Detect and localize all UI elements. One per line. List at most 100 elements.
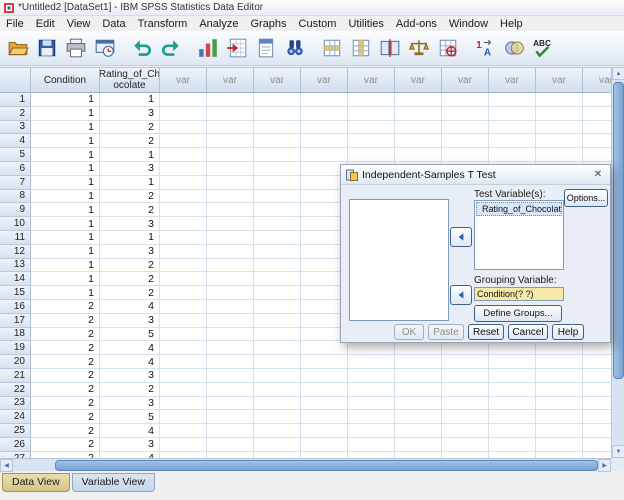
column-header-var[interactable]: var [160, 68, 207, 93]
column-header-var[interactable]: var [489, 68, 536, 93]
cell-var-empty[interactable] [254, 120, 301, 135]
grid-corner-cell[interactable] [0, 68, 31, 93]
use-variable-sets-icon[interactable] [500, 34, 527, 63]
cell-condition[interactable]: 1 [31, 230, 100, 245]
cell-var-empty[interactable] [160, 93, 207, 107]
cell-condition[interactable]: 1 [31, 217, 100, 231]
cell-var-empty[interactable] [489, 396, 536, 411]
cell-rating[interactable]: 3 [100, 244, 160, 259]
cell-var-empty[interactable] [536, 341, 583, 356]
cell-var-empty[interactable] [207, 355, 254, 369]
cell-condition[interactable]: 1 [31, 203, 100, 218]
cell-var-empty[interactable] [395, 355, 442, 369]
cell-rating[interactable]: 3 [100, 368, 160, 383]
cell-var-empty[interactable] [160, 368, 207, 383]
cell-rating[interactable]: 1 [100, 148, 160, 162]
cell-condition[interactable]: 2 [31, 327, 100, 342]
cell-var-empty[interactable] [301, 396, 348, 411]
cell-var-empty[interactable] [160, 437, 207, 452]
cell-var-empty[interactable] [254, 230, 301, 245]
cell-rating[interactable]: 4 [100, 355, 160, 369]
spell-check-icon[interactable]: ABC [529, 34, 556, 63]
menu-utilities[interactable]: Utilities [342, 16, 389, 31]
row-number[interactable]: 13 [0, 258, 31, 273]
cell-var-empty[interactable] [583, 424, 611, 438]
cell-var-empty[interactable] [489, 368, 536, 383]
cell-var-empty[interactable] [207, 327, 254, 342]
cell-var-empty[interactable] [207, 313, 254, 328]
cell-var-empty[interactable] [395, 106, 442, 121]
column-header-var[interactable]: var [207, 68, 254, 93]
cell-var-empty[interactable] [489, 410, 536, 425]
menu-data[interactable]: Data [96, 16, 131, 31]
cell-condition[interactable]: 1 [31, 148, 100, 162]
cell-var-empty[interactable] [160, 299, 207, 314]
menu-window[interactable]: Window [443, 16, 494, 31]
row-number[interactable]: 2 [0, 106, 31, 121]
cell-var-empty[interactable] [395, 120, 442, 135]
cell-condition[interactable]: 2 [31, 424, 100, 438]
reset-button[interactable]: Reset [468, 324, 504, 340]
cell-var-empty[interactable] [489, 93, 536, 107]
cell-rating[interactable]: 2 [100, 258, 160, 273]
cell-var-empty[interactable] [395, 341, 442, 356]
row-number[interactable]: 5 [0, 148, 31, 162]
cell-var-empty[interactable] [254, 410, 301, 425]
move-grouping-variable-button[interactable] [450, 285, 472, 305]
scroll-down-icon[interactable]: ▼ [612, 445, 624, 458]
cell-condition[interactable]: 1 [31, 161, 100, 176]
cell-var-empty[interactable] [301, 368, 348, 383]
cell-var-empty[interactable] [395, 368, 442, 383]
cell-var-empty[interactable] [254, 244, 301, 259]
split-file-icon[interactable] [376, 34, 403, 63]
cell-var-empty[interactable] [395, 410, 442, 425]
cell-var-empty[interactable] [254, 93, 301, 107]
cell-var-empty[interactable] [348, 341, 395, 356]
cell-var-empty[interactable] [254, 327, 301, 342]
insert-cases-icon[interactable] [318, 34, 345, 63]
cell-var-empty[interactable] [254, 286, 301, 300]
cell-var-empty[interactable] [442, 382, 489, 397]
cell-var-empty[interactable] [254, 203, 301, 218]
variables-icon[interactable] [252, 34, 279, 63]
scroll-left-icon[interactable]: ◀ [0, 459, 13, 472]
cell-condition[interactable]: 2 [31, 299, 100, 314]
cell-var-empty[interactable] [489, 134, 536, 149]
cell-var-empty[interactable] [442, 355, 489, 369]
cell-var-empty[interactable] [489, 382, 536, 397]
cell-var-empty[interactable] [348, 437, 395, 452]
select-cases-icon[interactable] [434, 34, 461, 63]
column-header-var[interactable]: var [536, 68, 583, 93]
cell-var-empty[interactable] [160, 327, 207, 342]
tab-variable-view[interactable]: Variable View [71, 473, 155, 492]
cell-var-empty[interactable] [301, 341, 348, 356]
cell-var-empty[interactable] [442, 437, 489, 452]
cell-condition[interactable]: 2 [31, 382, 100, 397]
cell-var-empty[interactable] [395, 148, 442, 162]
cell-condition[interactable]: 2 [31, 355, 100, 369]
redo-icon[interactable] [157, 34, 184, 63]
cell-rating[interactable]: 3 [100, 437, 160, 452]
cell-var-empty[interactable] [442, 424, 489, 438]
cell-rating[interactable]: 5 [100, 327, 160, 342]
cell-var-empty[interactable] [254, 272, 301, 287]
cell-rating[interactable]: 3 [100, 106, 160, 121]
cell-condition[interactable]: 2 [31, 437, 100, 452]
cell-var-empty[interactable] [160, 313, 207, 328]
cell-var-empty[interactable] [207, 175, 254, 190]
cell-var-empty[interactable] [348, 396, 395, 411]
test-variable-item[interactable]: Rating_of_Chocolate [476, 202, 562, 216]
menu-graphs[interactable]: Graphs [244, 16, 292, 31]
cell-var-empty[interactable] [489, 424, 536, 438]
insert-variable-icon[interactable] [347, 34, 374, 63]
cell-condition[interactable]: 1 [31, 189, 100, 204]
cell-var-empty[interactable] [301, 120, 348, 135]
cell-rating[interactable]: 2 [100, 189, 160, 204]
cell-var-empty[interactable] [254, 189, 301, 204]
cell-rating[interactable]: 2 [100, 272, 160, 287]
cell-var-empty[interactable] [207, 120, 254, 135]
cell-var-empty[interactable] [254, 368, 301, 383]
cell-condition[interactable]: 1 [31, 272, 100, 287]
horizontal-scrollbar[interactable]: ◀ ▶ [0, 458, 611, 472]
row-number[interactable]: 26 [0, 437, 31, 452]
